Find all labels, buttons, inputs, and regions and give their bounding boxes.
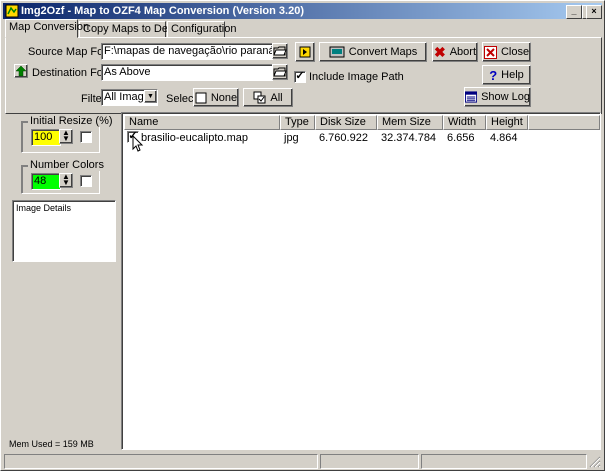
scan-icon xyxy=(299,46,311,58)
column-header-type[interactable]: Type xyxy=(280,115,315,130)
tab-map-conversion[interactable]: Map Conversion xyxy=(5,19,89,38)
help-icon: ? xyxy=(489,67,498,83)
convert-maps-label: Convert Maps xyxy=(348,46,418,58)
convert-icon xyxy=(329,46,345,57)
file-list[interactable]: Name Type Disk Size Mem Size Width Heigh… xyxy=(121,112,601,450)
column-header-mem-size[interactable]: Mem Size xyxy=(377,115,443,130)
number-colors-input[interactable]: 48 xyxy=(31,173,61,190)
convert-maps-button[interactable]: Convert Maps xyxy=(319,42,427,62)
abort-icon: ✖ xyxy=(433,44,446,60)
show-log-label: Show Log xyxy=(481,91,530,103)
close-window-button[interactable]: × xyxy=(586,5,602,19)
file-type: jpg xyxy=(284,132,299,144)
minimize-button[interactable]: _ xyxy=(566,5,582,19)
log-icon xyxy=(465,91,478,103)
resize-grip-icon[interactable] xyxy=(589,456,601,468)
tab-copy-maps-to-device[interactable]: Copy Maps to Device xyxy=(79,21,188,38)
up-arrow-icon xyxy=(15,65,27,77)
chevron-down-icon[interactable]: ▼ xyxy=(144,90,157,103)
filter-select[interactable]: All Images ▼ xyxy=(101,89,158,106)
show-log-button[interactable]: Show Log xyxy=(464,87,531,107)
source-folder-input[interactable]: F:\mapas de navegação\rio paraná\brasili… xyxy=(101,43,273,60)
close-label: Close xyxy=(500,46,530,58)
help-button[interactable]: ? Help xyxy=(482,65,531,85)
include-image-path-checkbox[interactable]: ✓ xyxy=(294,71,306,83)
close-button[interactable]: Close xyxy=(482,42,531,62)
main-window: Img2Ozf - Map to OZF4 Map Conversion (Ve… xyxy=(0,0,605,471)
file-width: 6.656 xyxy=(447,132,475,144)
tab-configuration[interactable]: Configuration xyxy=(167,21,236,38)
column-header-width[interactable]: Width xyxy=(443,115,486,130)
number-colors-label: Number Colors xyxy=(28,159,106,171)
image-details-label: Image Details xyxy=(16,203,72,213)
initial-resize-spinner[interactable]: ▲ ▼ xyxy=(59,129,73,144)
select-all-label: All xyxy=(270,91,283,104)
initial-resize-label: Initial Resize (%) xyxy=(28,115,115,127)
status-panel-2 xyxy=(320,454,419,469)
mouse-cursor-icon xyxy=(132,135,144,152)
column-header-height[interactable]: Height xyxy=(486,115,528,130)
folder-icon xyxy=(273,46,287,56)
select-all-button[interactable]: All xyxy=(243,88,293,107)
file-mem-size: 32.374.784 xyxy=(381,132,437,144)
select-label: Select xyxy=(166,93,197,105)
status-panel-1 xyxy=(4,454,318,469)
include-image-path-label: Include Image Path xyxy=(309,71,404,83)
window-title: Img2Ozf - Map to OZF4 Map Conversion (Ve… xyxy=(21,5,304,17)
column-header-name[interactable]: Name xyxy=(124,115,280,130)
status-panel-3 xyxy=(421,454,587,469)
scan-folder-button[interactable] xyxy=(295,42,315,62)
image-details-box: Image Details xyxy=(12,200,116,262)
file-height: 4.864 xyxy=(490,132,518,144)
browse-destination-button[interactable] xyxy=(272,64,288,80)
close-icon xyxy=(483,45,497,59)
browse-source-button[interactable] xyxy=(272,43,288,59)
folder-icon xyxy=(273,67,287,77)
select-none-button[interactable]: None xyxy=(193,88,239,107)
number-colors-checkbox[interactable] xyxy=(80,175,92,187)
help-label: Help xyxy=(501,69,524,81)
file-disk-size: 6.760.922 xyxy=(319,132,368,144)
status-bar xyxy=(3,453,602,469)
mem-used-text: Mem Used = 159 MB xyxy=(9,439,94,449)
number-colors-spinner[interactable]: ▲ ▼ xyxy=(59,173,73,188)
select-none-icon xyxy=(195,92,207,103)
title-bar[interactable]: Img2Ozf - Map to OZF4 Map Conversion (Ve… xyxy=(3,3,602,19)
abort-button[interactable]: ✖ Abort xyxy=(432,42,478,62)
destination-folder-input[interactable]: As Above xyxy=(101,64,273,81)
select-none-label: None xyxy=(210,91,238,104)
column-header-empty xyxy=(528,115,600,130)
app-icon xyxy=(5,4,19,18)
select-all-icon xyxy=(253,91,266,104)
abort-label: Abort xyxy=(449,46,477,58)
column-header-disk-size[interactable]: Disk Size xyxy=(315,115,377,130)
file-name: brasilio-eucalipto.map xyxy=(141,132,248,144)
initial-resize-checkbox[interactable] xyxy=(80,131,92,143)
dest-up-button[interactable] xyxy=(14,64,28,78)
initial-resize-input[interactable]: 100 xyxy=(31,129,61,146)
